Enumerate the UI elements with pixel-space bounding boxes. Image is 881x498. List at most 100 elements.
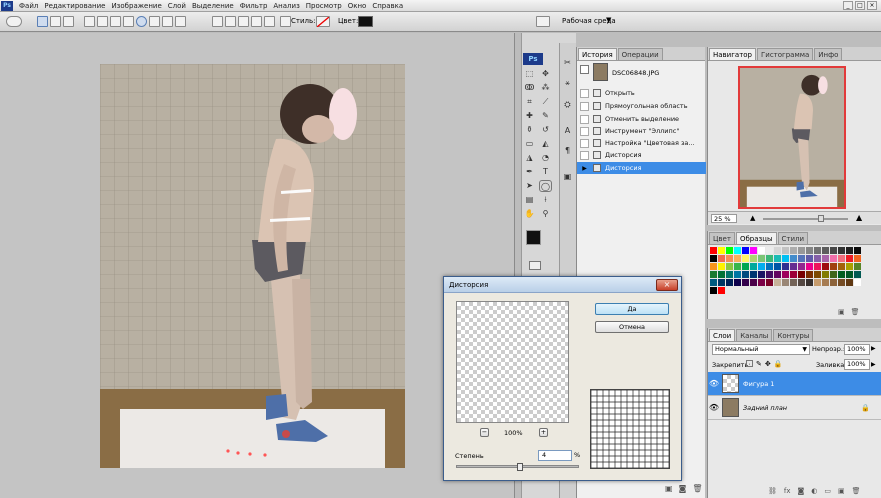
brushes-panel-icon[interactable]: ⚹: [561, 77, 574, 89]
history-step[interactable]: Дисторсия: [577, 149, 706, 161]
color-swatch[interactable]: [806, 263, 813, 270]
color-swatch[interactable]: [718, 279, 725, 286]
brush-tool-icon[interactable]: ✎: [539, 110, 552, 122]
menu-file[interactable]: Файл: [16, 2, 41, 10]
document-canvas[interactable]: [100, 64, 405, 468]
minimize-icon[interactable]: _: [843, 1, 853, 10]
color-swatch[interactable]: [822, 271, 829, 278]
color-swatch[interactable]: [718, 263, 725, 270]
menu-view[interactable]: Просмотр: [303, 2, 345, 10]
history-step[interactable]: Отменить выделение: [577, 113, 706, 125]
history-brush-icon[interactable]: ↺: [539, 124, 552, 136]
color-swatch[interactable]: [774, 279, 781, 286]
zoom-slider[interactable]: [763, 218, 848, 220]
close-icon[interactable]: ×: [867, 1, 877, 10]
opacity-input[interactable]: 100%: [844, 344, 870, 355]
color-swatch[interactable]: [742, 263, 749, 270]
ellipse-shape-icon[interactable]: [136, 16, 147, 27]
tab-paths[interactable]: Контуры: [773, 329, 814, 341]
trash-icon[interactable]: 🗑: [852, 487, 861, 495]
eye-icon[interactable]: 👁: [708, 403, 720, 412]
history-step[interactable]: Инструмент "Эллипс": [577, 125, 706, 137]
rounded-rectangle-icon[interactable]: [123, 16, 134, 27]
color-swatch[interactable]: [846, 271, 853, 278]
tab-layers[interactable]: Слои: [709, 329, 736, 341]
move-tool-icon[interactable]: ✥: [539, 68, 552, 80]
zoom-out-button[interactable]: −: [480, 428, 489, 437]
color-swatch[interactable]: [806, 271, 813, 278]
color-swatch[interactable]: [766, 247, 773, 254]
color-swatch[interactable]: [766, 255, 773, 262]
combine-new-icon[interactable]: [212, 16, 223, 27]
foreground-color-swatch[interactable]: [526, 230, 541, 245]
blur-tool-icon[interactable]: ◮: [523, 152, 536, 164]
color-swatch[interactable]: [806, 247, 813, 254]
color-swatch[interactable]: [798, 247, 805, 254]
color-swatch[interactable]: [814, 255, 821, 262]
trash-icon[interactable]: 🗑: [692, 484, 702, 493]
color-swatch[interactable]: [814, 263, 821, 270]
color-swatch[interactable]: [742, 279, 749, 286]
style-picker[interactable]: [316, 16, 330, 28]
lock-move-icon[interactable]: ✥: [765, 360, 771, 368]
new-document-icon[interactable]: ▣: [665, 484, 673, 493]
magic-wand-tool-icon[interactable]: ⁂: [539, 82, 552, 94]
tab-styles[interactable]: Стили: [777, 232, 809, 244]
menu-filter[interactable]: Фильтр: [237, 2, 271, 10]
combine-exclude-icon[interactable]: [264, 16, 275, 27]
color-swatch[interactable]: [838, 255, 845, 262]
lock-all-icon[interactable]: 🔒: [774, 360, 783, 368]
color-swatch[interactable]: [830, 255, 837, 262]
history-brush-source-icon[interactable]: [580, 150, 589, 160]
paths-icon[interactable]: [50, 16, 61, 27]
color-swatch[interactable]: [830, 271, 837, 278]
marquee-tool-icon[interactable]: ⬚: [523, 68, 536, 80]
layer-comps-icon[interactable]: ▣: [561, 171, 574, 183]
color-swatch[interactable]: [726, 263, 733, 270]
history-step-selected[interactable]: ▶ Дисторсия: [577, 162, 706, 174]
tab-navigator[interactable]: Навигатор: [709, 48, 756, 60]
quick-mask-icon[interactable]: [529, 261, 541, 270]
color-swatch[interactable]: [766, 279, 773, 286]
lasso-tool-icon[interactable]: ↂ: [523, 82, 536, 94]
color-swatch[interactable]: [726, 271, 733, 278]
color-swatch[interactable]: [766, 271, 773, 278]
zoom-in-icon[interactable]: ▲: [856, 213, 862, 222]
history-brush-source-icon[interactable]: [580, 114, 589, 124]
fill-pixels-icon[interactable]: [63, 16, 74, 27]
color-swatch[interactable]: [822, 255, 829, 262]
shape-layers-icon[interactable]: [37, 16, 48, 27]
new-group-icon[interactable]: ▭: [824, 487, 831, 495]
menu-help[interactable]: Справка: [369, 2, 406, 10]
color-swatch[interactable]: [742, 255, 749, 262]
eraser-tool-icon[interactable]: ▭: [523, 138, 536, 150]
color-swatch[interactable]: [838, 271, 845, 278]
color-swatch[interactable]: [822, 247, 829, 254]
color-swatch[interactable]: [814, 271, 821, 278]
color-swatch[interactable]: [798, 255, 805, 262]
color-swatch[interactable]: [830, 279, 837, 286]
color-swatch[interactable]: [750, 263, 757, 270]
color-swatch[interactable]: [718, 247, 725, 254]
color-swatch[interactable]: [782, 279, 789, 286]
color-swatch[interactable]: [758, 255, 765, 262]
color-swatch[interactable]: [710, 263, 717, 270]
color-swatch[interactable]: [750, 247, 757, 254]
dialog-title[interactable]: Дисторсия: [444, 277, 681, 293]
notes-tool-icon[interactable]: ▤: [523, 194, 536, 206]
snapshot-thumbnail[interactable]: [593, 63, 608, 81]
workspace-icon[interactable]: [536, 16, 550, 27]
color-swatch[interactable]: [750, 271, 757, 278]
rectangle-shape-icon[interactable]: [110, 16, 121, 27]
ellipse-tool-icon[interactable]: ◯: [539, 180, 552, 192]
snapshot-brush-icon[interactable]: [580, 65, 589, 74]
menu-analysis[interactable]: Анализ: [270, 2, 302, 10]
slice-tool-icon[interactable]: ⟋: [539, 96, 552, 108]
combine-add-icon[interactable]: [225, 16, 236, 27]
ellipse-preset-icon[interactable]: [6, 16, 22, 27]
menu-window[interactable]: Окно: [345, 2, 370, 10]
color-swatch[interactable]: [806, 255, 813, 262]
color-swatch[interactable]: [854, 263, 861, 270]
close-icon[interactable]: ×: [656, 279, 678, 291]
color-swatch[interactable]: [726, 255, 733, 262]
